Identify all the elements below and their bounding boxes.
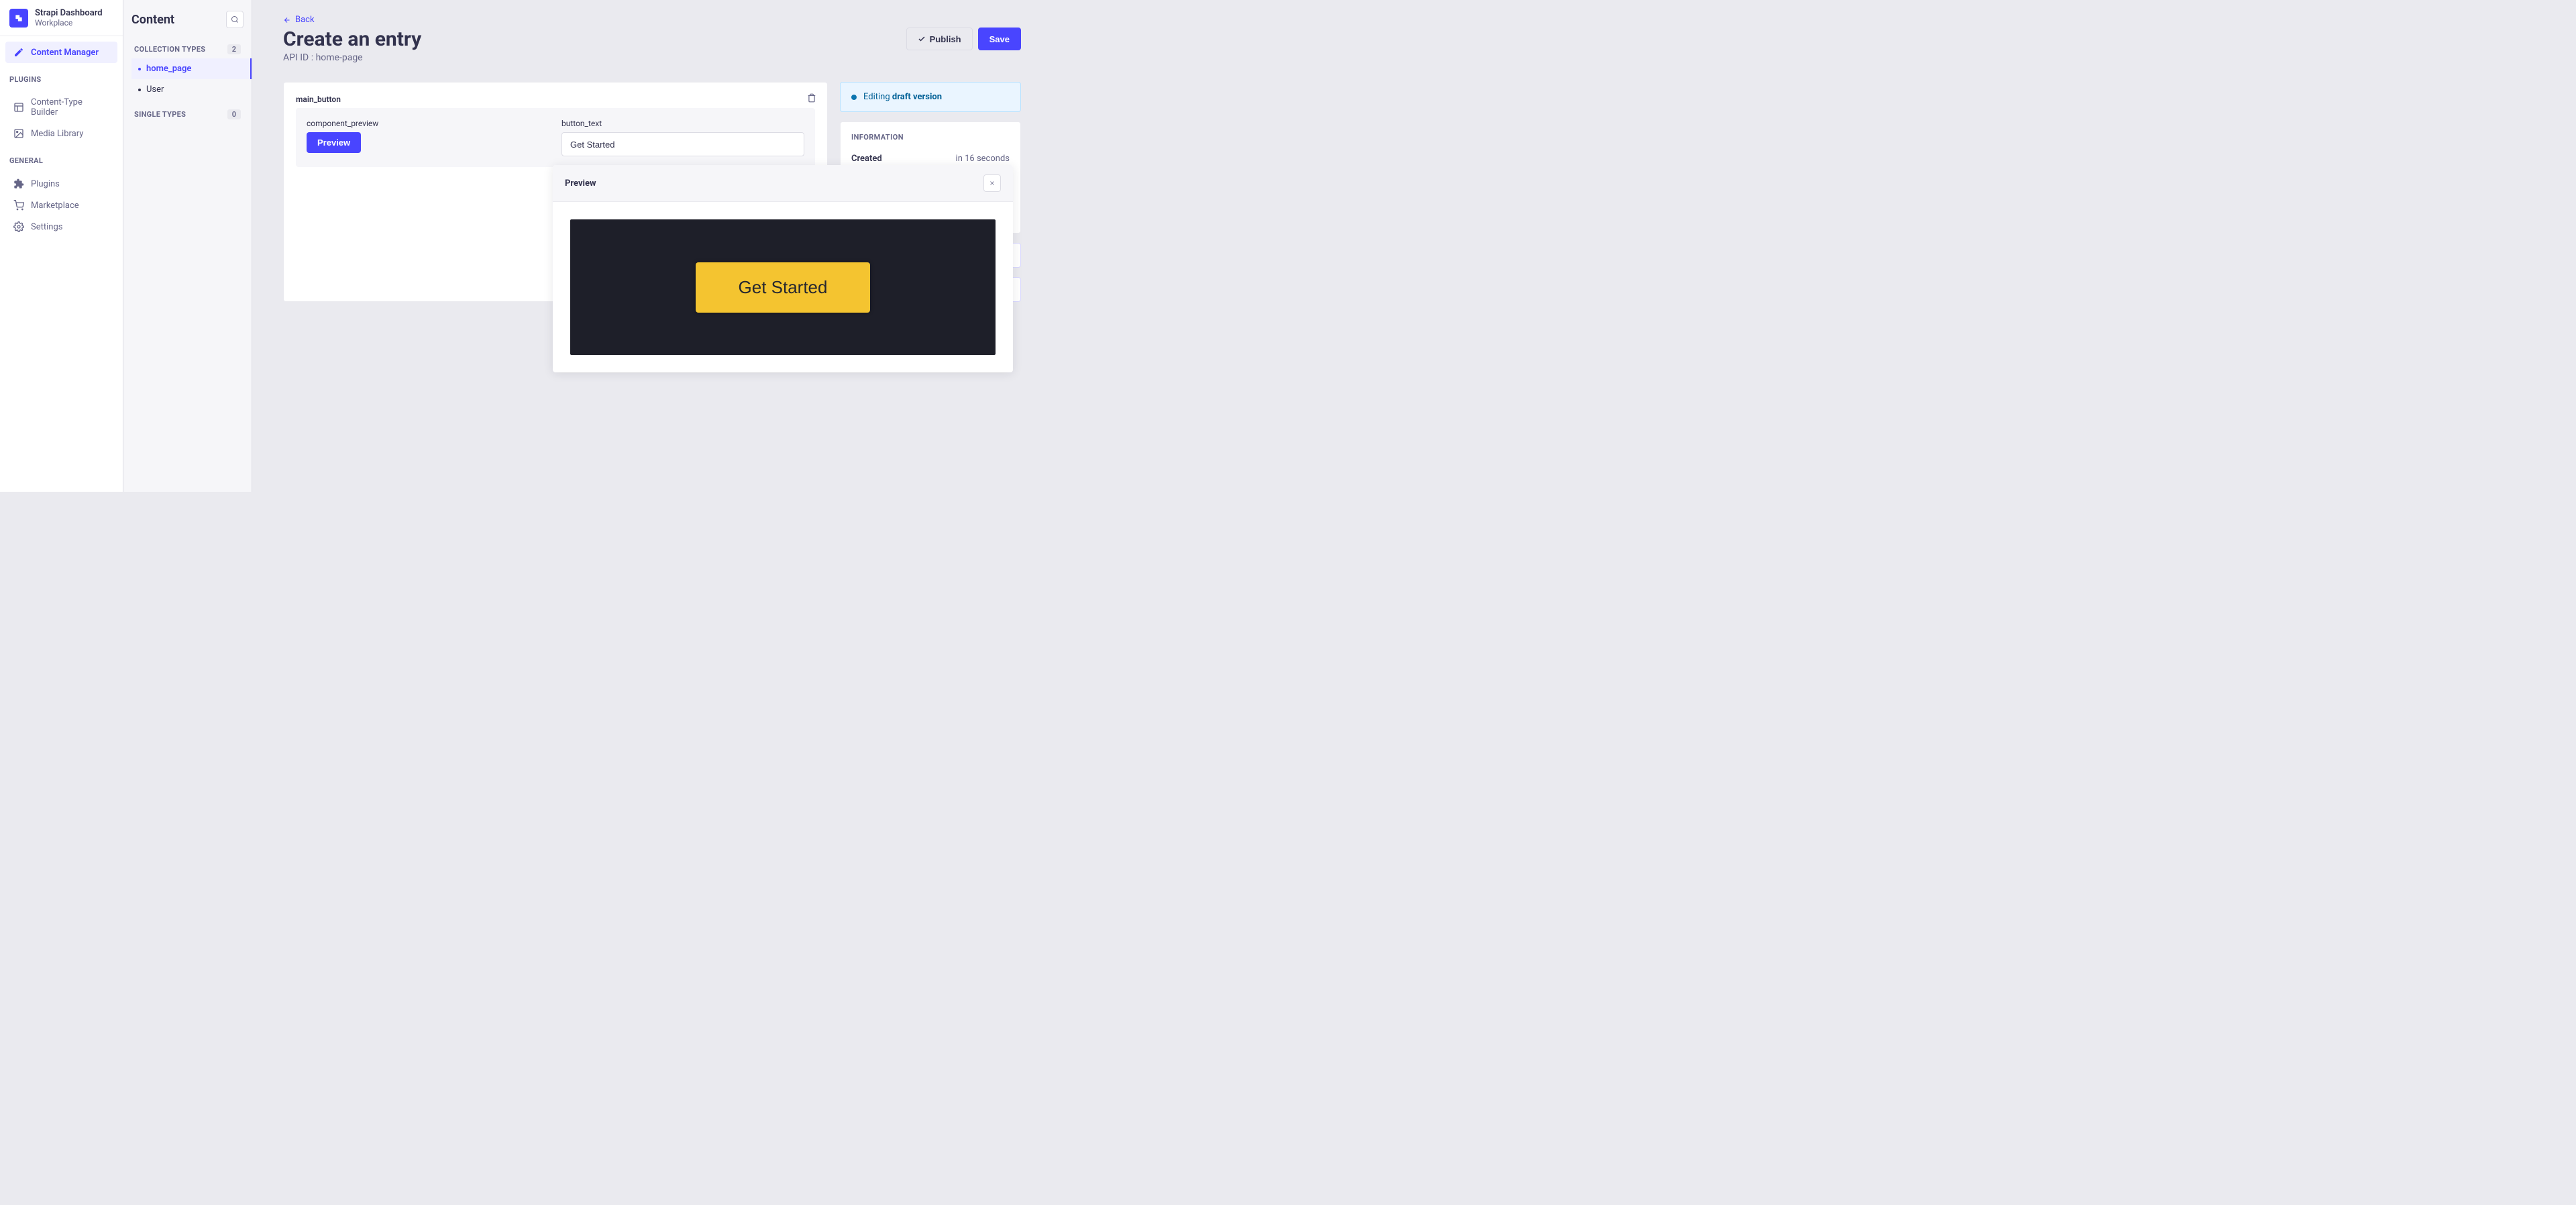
component-box: component_preview Preview button_text bbox=[296, 108, 815, 167]
brand-subtitle: Workplace bbox=[35, 18, 103, 28]
content-sidebar: Content COLLECTION TYPES 2 home_page Use… bbox=[123, 0, 252, 492]
button-text-label: button_text bbox=[561, 119, 804, 128]
nav-content-type-builder[interactable]: Content-Type Builder bbox=[5, 92, 117, 123]
nav-media-library[interactable]: Media Library bbox=[5, 123, 117, 144]
nav-settings-label: Settings bbox=[31, 222, 62, 232]
collection-types-count: 2 bbox=[227, 44, 241, 54]
save-button[interactable]: Save bbox=[978, 28, 1021, 50]
layout-icon bbox=[13, 102, 24, 113]
nav-plugins-label: Plugins bbox=[31, 179, 60, 189]
main-button-label: main_button bbox=[296, 95, 815, 104]
nav-plugins-heading: PLUGINS bbox=[0, 68, 123, 87]
trash-icon bbox=[807, 93, 816, 103]
created-key: Created bbox=[851, 154, 882, 164]
information-title: INFORMATION bbox=[851, 133, 1010, 142]
type-item-user[interactable]: User bbox=[131, 79, 244, 100]
nav-media-library-label: Media Library bbox=[31, 129, 83, 139]
type-item-label: User bbox=[146, 85, 164, 95]
main-content: Back Create an entry API ID : home-page … bbox=[252, 0, 1052, 492]
preview-rendered-button: Get Started bbox=[696, 262, 871, 313]
main-sidebar: Strapi Dashboard Workplace Content Manag… bbox=[0, 0, 123, 492]
nav-general-heading: GENERAL bbox=[0, 150, 123, 168]
nav-settings[interactable]: Settings bbox=[5, 216, 117, 238]
bullet-icon bbox=[138, 89, 141, 91]
back-label: Back bbox=[295, 15, 315, 25]
editing-bold: draft version bbox=[892, 92, 942, 102]
publish-button[interactable]: Publish bbox=[906, 28, 973, 50]
brand-title: Strapi Dashboard bbox=[35, 8, 103, 18]
status-dot-icon bbox=[851, 95, 857, 100]
save-label: Save bbox=[989, 34, 1010, 44]
single-types-count: 0 bbox=[227, 109, 241, 119]
single-types-header[interactable]: SINGLE TYPES 0 bbox=[131, 105, 244, 123]
component-preview-label: component_preview bbox=[307, 119, 549, 128]
search-icon bbox=[231, 15, 239, 23]
bullet-icon bbox=[138, 68, 141, 70]
nav-plugins[interactable]: Plugins bbox=[5, 173, 117, 195]
page-title: Create an entry bbox=[283, 28, 421, 51]
check-icon bbox=[918, 35, 926, 43]
collection-types-header[interactable]: COLLECTION TYPES 2 bbox=[131, 40, 244, 58]
delete-button[interactable] bbox=[807, 93, 816, 105]
search-button[interactable] bbox=[226, 11, 244, 28]
editing-banner: Editing draft version bbox=[840, 82, 1021, 112]
publish-label: Publish bbox=[930, 34, 961, 44]
nav-content-manager[interactable]: Content Manager bbox=[5, 42, 117, 63]
back-link[interactable]: Back bbox=[283, 15, 315, 25]
brand-logo-icon bbox=[9, 9, 28, 28]
collection-types-label: COLLECTION TYPES bbox=[134, 45, 205, 54]
nav-marketplace-label: Marketplace bbox=[31, 201, 79, 211]
close-icon bbox=[989, 180, 996, 187]
nav-marketplace[interactable]: Marketplace bbox=[5, 195, 117, 216]
page-subtitle: API ID : home-page bbox=[283, 52, 421, 63]
type-item-label: home_page bbox=[146, 64, 191, 74]
image-icon bbox=[13, 128, 24, 139]
nav-content-type-builder-label: Content-Type Builder bbox=[31, 97, 109, 117]
modal-title: Preview bbox=[565, 178, 596, 189]
nav-content-manager-label: Content Manager bbox=[31, 48, 99, 58]
cart-icon bbox=[13, 200, 24, 211]
preview-modal: Preview Get Started bbox=[553, 165, 1013, 372]
arrow-left-icon bbox=[283, 16, 291, 24]
preview-label: Preview bbox=[317, 138, 350, 148]
type-item-home-page[interactable]: home_page bbox=[131, 58, 252, 79]
editing-prefix: Editing bbox=[863, 92, 892, 102]
single-types-label: SINGLE TYPES bbox=[134, 110, 186, 119]
button-text-input[interactable] bbox=[561, 132, 804, 156]
content-sidebar-title: Content bbox=[131, 13, 174, 27]
preview-button[interactable]: Preview bbox=[307, 132, 361, 153]
puzzle-icon bbox=[13, 178, 24, 189]
pen-icon bbox=[13, 47, 24, 58]
gear-icon bbox=[13, 221, 24, 232]
created-val: in 16 seconds bbox=[956, 154, 1010, 164]
brand: Strapi Dashboard Workplace bbox=[0, 0, 123, 36]
preview-pane: Get Started bbox=[570, 219, 996, 355]
close-button[interactable] bbox=[983, 174, 1001, 192]
